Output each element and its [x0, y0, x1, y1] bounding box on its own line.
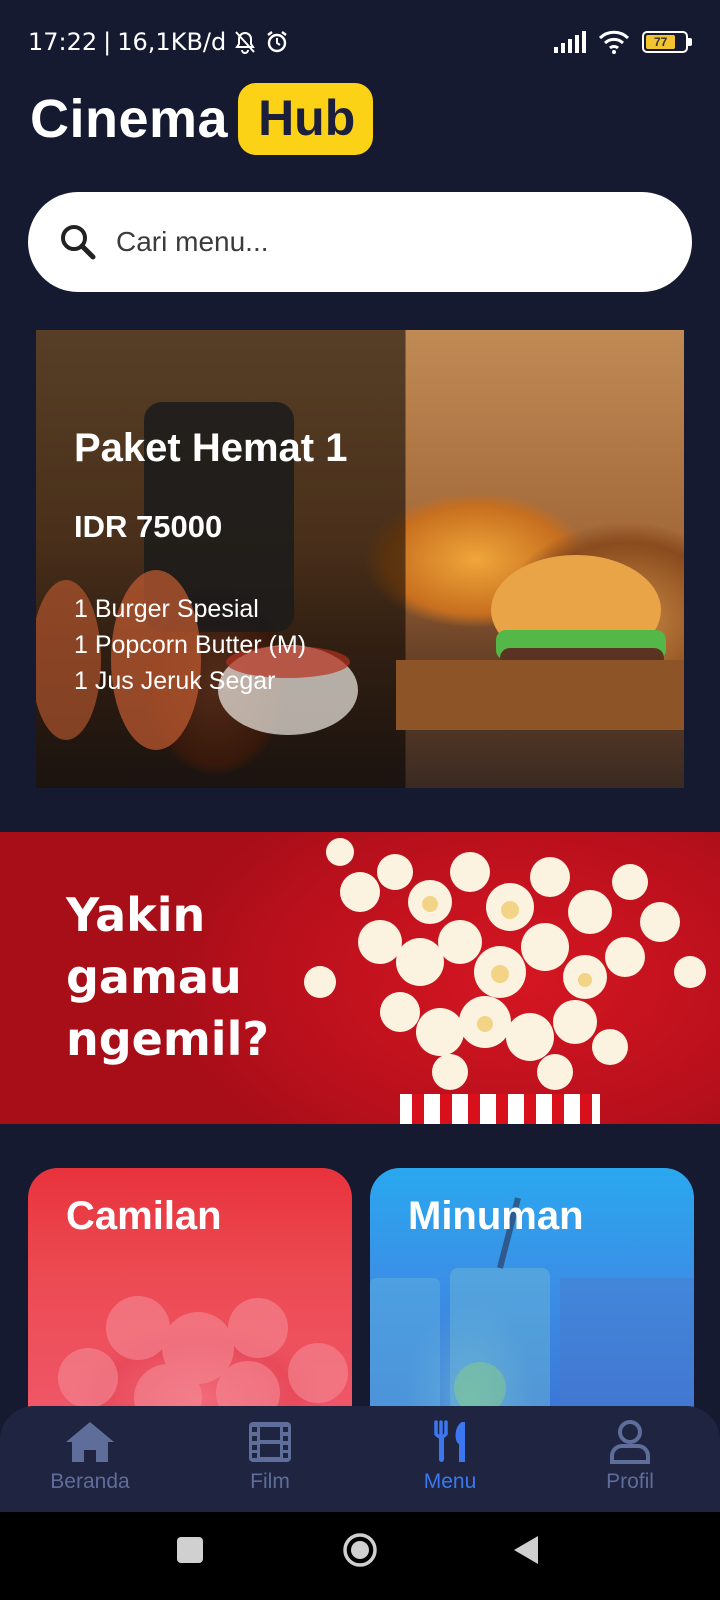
battery-level: 77: [646, 35, 676, 49]
status-bar: 17:22 | 16,1KB/d 77: [0, 0, 720, 80]
alarm-icon: [267, 31, 287, 53]
film-icon: [249, 1422, 291, 1462]
bottom-nav: Beranda Film Menu Profil: [0, 1406, 720, 1512]
promo-banner[interactable]: Yakin gamau ngemil?: [0, 832, 720, 1124]
status-separator: |: [103, 28, 112, 56]
home-icon: [66, 1422, 114, 1462]
nav-item-film[interactable]: Film: [180, 1406, 360, 1512]
category-card-snacks[interactable]: Camilan: [28, 1168, 352, 1428]
screen: 17:22 | 16,1KB/d 77 Cinema Hub Cari menu…: [0, 0, 720, 1600]
user-icon: [610, 1420, 650, 1464]
app-logo: Cinema Hub: [30, 74, 374, 164]
status-speed: 16,1KB/d: [117, 28, 227, 56]
nav-item-beranda[interactable]: Beranda: [0, 1406, 180, 1512]
combo-items: 1 Burger Spesial 1 Popcorn Butter (M) 1 …: [74, 591, 347, 699]
nav-label: Menu: [423, 1470, 477, 1493]
system-nav-bar: [0, 1512, 720, 1600]
combo-title: Paket Hemat 1: [74, 426, 348, 470]
utensils-icon: [434, 1420, 465, 1462]
nav-item-profil[interactable]: Profil: [540, 1406, 720, 1512]
home-button-icon[interactable]: [342, 1532, 378, 1568]
status-left: 17:22 | 16,1KB/d: [28, 28, 290, 56]
status-right: 77: [554, 30, 692, 54]
combo-item: 1 Burger Spesial: [74, 595, 259, 623]
nav-item-menu[interactable]: Menu: [360, 1406, 540, 1512]
category-card-drinks[interactable]: Minuman: [370, 1168, 694, 1428]
logo-text: Cinema: [30, 89, 229, 149]
popcorn-image: [304, 838, 706, 1124]
combo-item: 1 Jus Jeruk Segar: [74, 667, 276, 695]
mute-icon: [235, 31, 256, 54]
back-icon[interactable]: [512, 1534, 540, 1566]
nav-label: Beranda: [50, 1470, 130, 1493]
search-bar[interactable]: [28, 192, 692, 292]
promo-text: Yakin gamau ngemil?: [66, 888, 270, 1066]
combo-item: 1 Popcorn Butter (M): [74, 631, 307, 659]
category-label: Minuman: [408, 1194, 584, 1238]
combo-price: IDR 75000: [74, 509, 223, 544]
nav-label: Film: [250, 1470, 290, 1493]
logo-badge: Hub: [238, 83, 374, 155]
combo-card[interactable]: Paket Hemat 1 IDR 75000 1 Burger Spesial…: [36, 330, 684, 788]
recent-apps-icon[interactable]: [176, 1536, 204, 1564]
status-time: 17:22: [28, 28, 98, 56]
nav-label: Profil: [606, 1470, 654, 1493]
battery-icon: 77: [642, 31, 692, 53]
wifi-icon: [598, 30, 630, 54]
search-icon: [61, 225, 96, 260]
signal-icon: [554, 31, 586, 53]
search-input[interactable]: [116, 226, 636, 258]
category-label: Camilan: [66, 1194, 222, 1238]
combo-text: Paket Hemat 1 IDR 75000 1 Burger Spesial…: [74, 426, 347, 699]
